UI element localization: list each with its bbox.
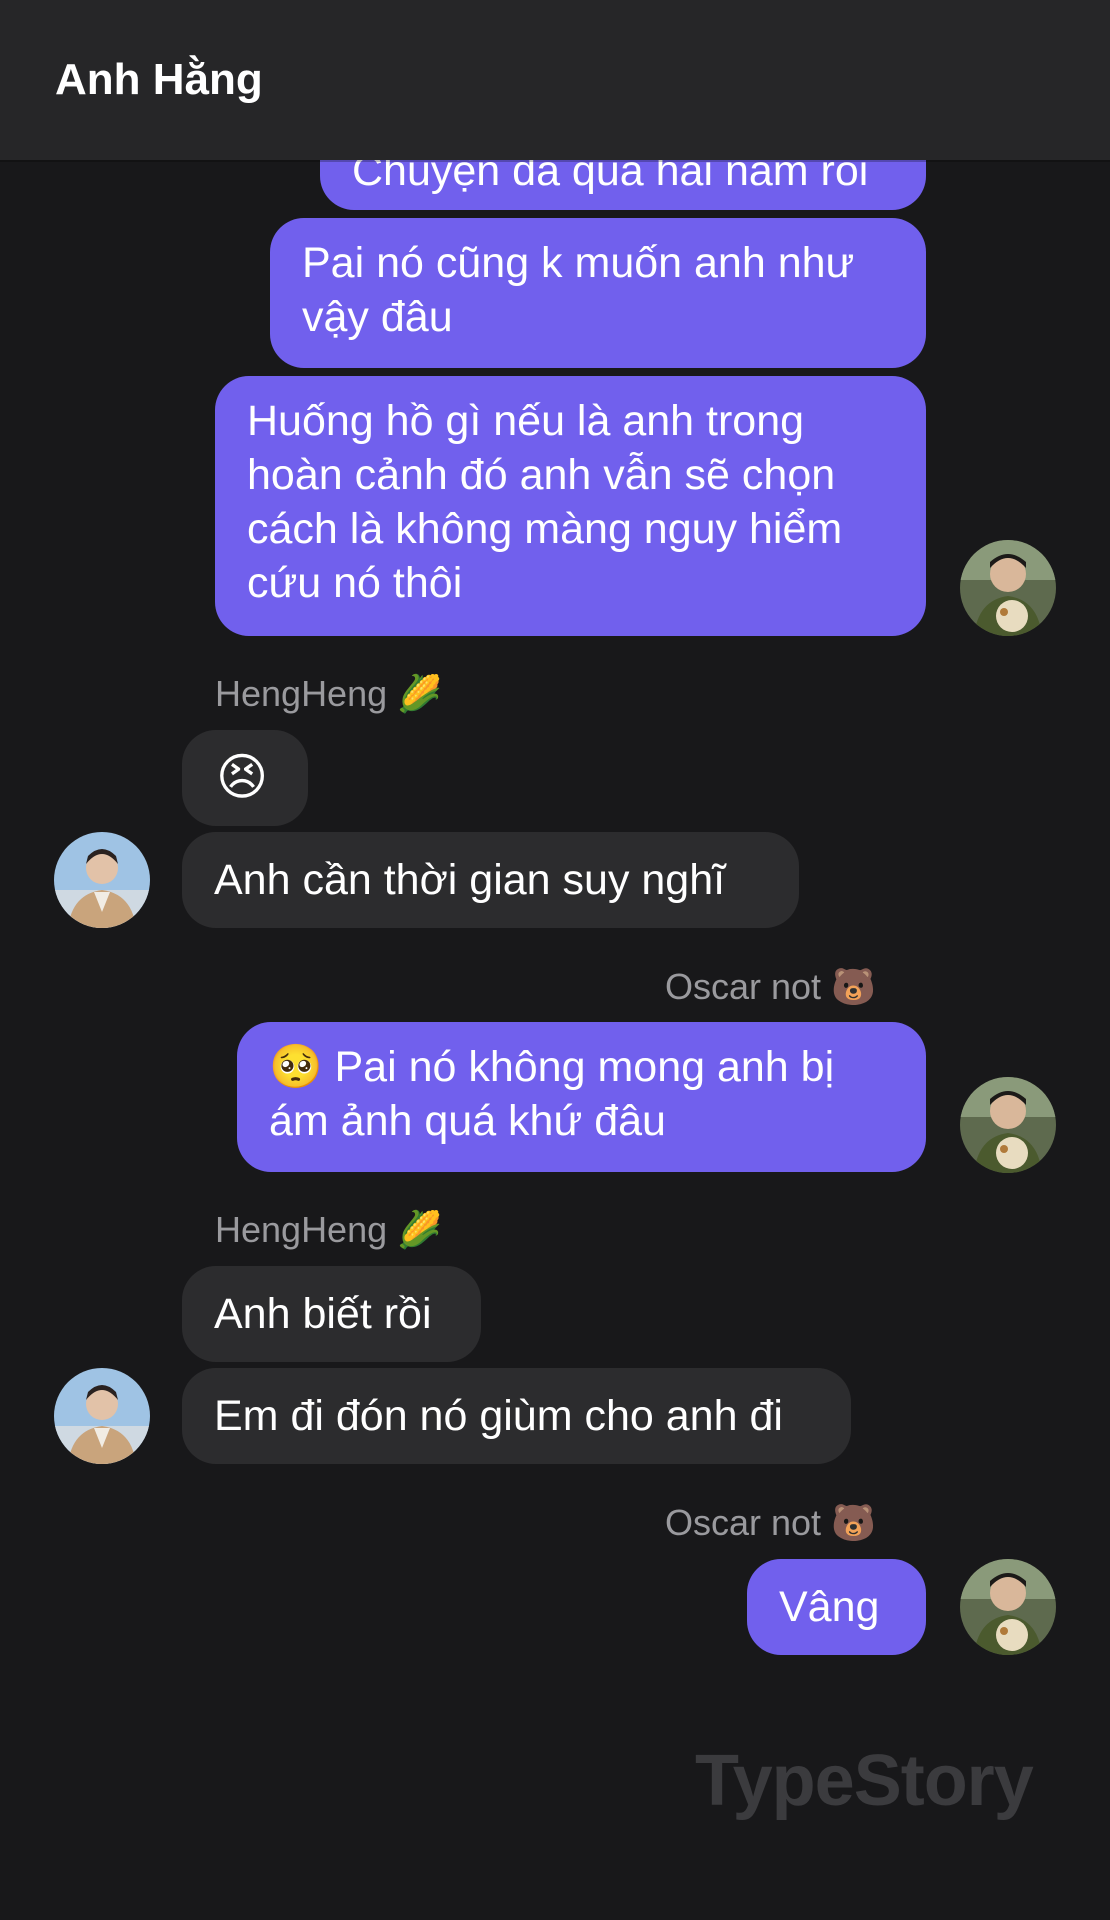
- chat-header: Anh Hằng: [0, 0, 1110, 160]
- avatar-oscar[interactable]: [960, 540, 1056, 636]
- avatar-hengheng[interactable]: [54, 832, 150, 928]
- message-bubble-outgoing[interactable]: 🥺 Pai nó không mong anh bị ám ảnh quá kh…: [237, 1022, 926, 1172]
- chat-title: Anh Hằng: [55, 55, 263, 104]
- message-bubble-outgoing[interactable]: Pai nó cũng k muốn anh như vậy đâu: [270, 218, 926, 368]
- sender-name: HengHeng 🌽: [215, 673, 442, 715]
- avatar-oscar-image: [960, 1077, 1056, 1173]
- message-bubble-outgoing[interactable]: Vâng: [747, 1559, 926, 1655]
- avatar-oscar[interactable]: [960, 1559, 1056, 1655]
- message-bubble-incoming[interactable]: Anh biết rồi: [182, 1266, 481, 1362]
- watermark: TypeStory: [695, 1741, 1034, 1821]
- avatar-hengheng-image: [54, 1368, 150, 1464]
- sender-name-text: Oscar not 🐻: [665, 1502, 876, 1543]
- sender-name-text: HengHeng 🌽: [215, 1209, 442, 1250]
- avatar-hengheng-image: [54, 832, 150, 928]
- sender-name: Oscar not 🐻: [665, 1502, 876, 1544]
- avatar-oscar[interactable]: [960, 1077, 1056, 1173]
- sender-name: HengHeng 🌽: [215, 1209, 442, 1251]
- message-bubble-incoming[interactable]: 😣: [182, 730, 308, 826]
- message-bubble-incoming[interactable]: Anh cần thời gian suy nghĩ: [182, 832, 799, 928]
- sender-name-text: Oscar not 🐻: [665, 966, 876, 1007]
- avatar-oscar-image: [960, 1559, 1056, 1655]
- avatar-oscar-image: [960, 540, 1056, 636]
- message-bubble-outgoing[interactable]: Huống hồ gì nếu là anh trong hoàn cảnh đ…: [215, 376, 926, 636]
- sender-name-text: HengHeng 🌽: [215, 673, 442, 714]
- sender-name: Oscar not 🐻: [665, 966, 876, 1008]
- message-bubble-incoming[interactable]: Em đi đón nó giùm cho anh đi: [182, 1368, 851, 1464]
- avatar-hengheng[interactable]: [54, 1368, 150, 1464]
